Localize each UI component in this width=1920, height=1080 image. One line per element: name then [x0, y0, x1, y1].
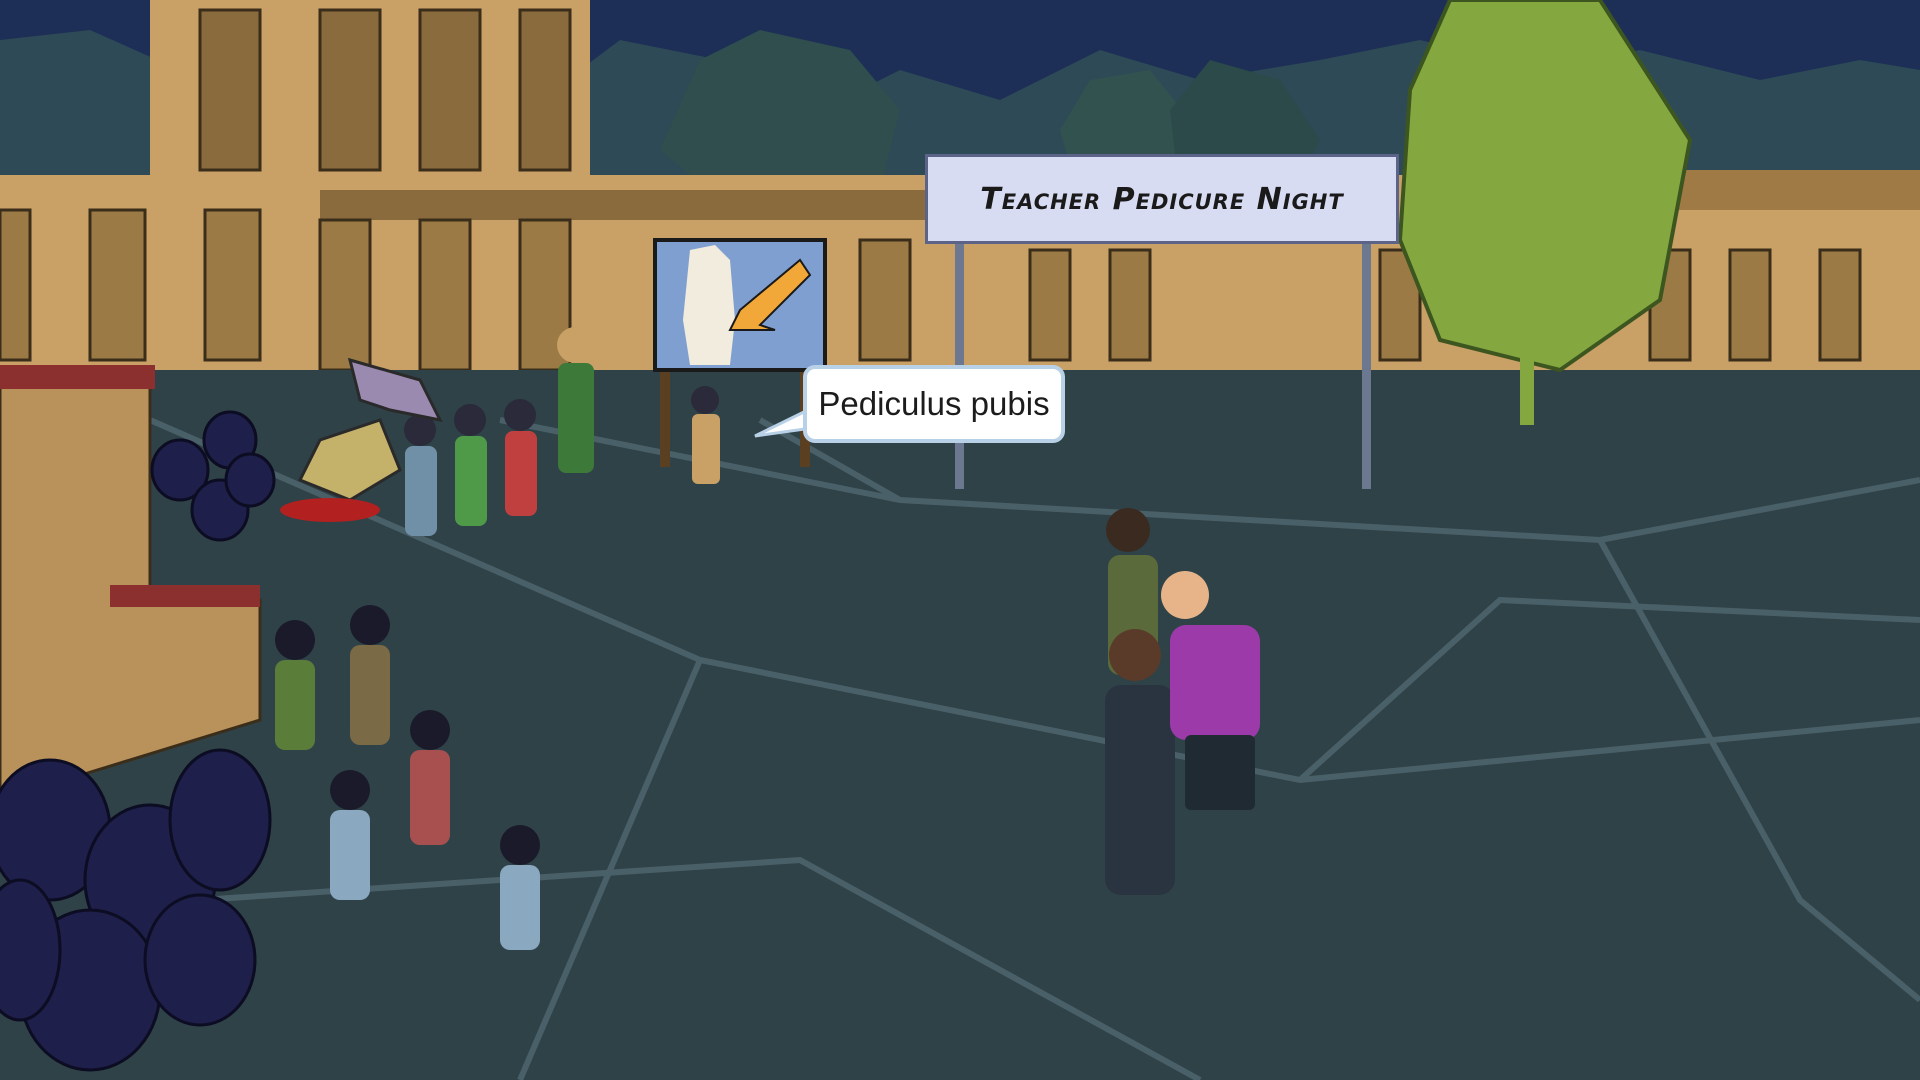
wall-ledge [110, 585, 260, 607]
speech-bubble-text: Pediculus pubis [818, 385, 1050, 422]
tree-trunk [1520, 355, 1534, 425]
banner-post [1362, 244, 1371, 489]
illustrated-school-courtyard-scene: Teacher Pedicure Night Pediculus pubis [0, 0, 1920, 1080]
event-banner: Teacher Pedicure Night [925, 154, 1399, 244]
wall-ledge-top [0, 365, 155, 389]
building-roof-right [1660, 170, 1920, 210]
building-awning [320, 190, 940, 220]
speech-bubble: Pediculus pubis [803, 365, 1065, 443]
banner-title: Teacher Pedicure Night [980, 181, 1344, 217]
poster-figure [683, 245, 735, 365]
